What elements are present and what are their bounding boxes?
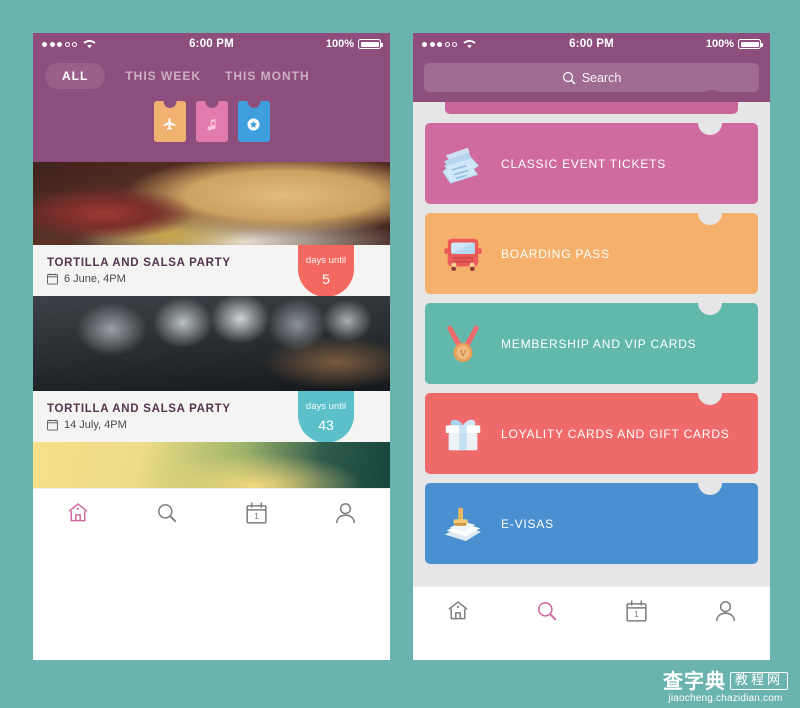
svg-text:1: 1 (254, 511, 259, 521)
card-label: CLASSIC EVENT TICKETS (501, 156, 667, 171)
event-image-nachos[interactable] (33, 162, 390, 245)
watermark-brand-tag: 教程网 (729, 672, 788, 690)
search-icon (157, 503, 177, 522)
event-image-sunset[interactable] (33, 442, 390, 488)
event-text-2: TORTILLA AND SALSA PARTY 14 July, 4PM (47, 403, 231, 431)
watermark-url: jiaocheng.chazidian.com (668, 692, 783, 704)
event-row-1[interactable]: TORTILLA AND SALSA PARTY 6 June, 4PM day… (33, 245, 390, 297)
event-meta: 14 July, 4PM (47, 419, 231, 431)
medal-icon: V (425, 322, 501, 366)
event-title: TORTILLA AND SALSA PARTY (47, 256, 231, 269)
watermark-brand: 查字典 (662, 668, 726, 693)
star-badge-icon (247, 118, 260, 131)
tab-calendar[interactable]: 1 (592, 599, 681, 622)
card-notch (698, 483, 722, 495)
tab-search[interactable] (502, 600, 591, 622)
event-date: 14 July, 4PM (64, 418, 127, 431)
card-label: LOYALITY CARDS AND GIFT CARDS (501, 426, 730, 441)
screenshot-canvas: 6:00 PM 100% ALL THIS WEEK THIS MONTH TO… (0, 0, 800, 708)
tickets-icon (425, 143, 501, 185)
event-row-2[interactable]: TORTILLA AND SALSA PARTY 14 July, 4PM da… (33, 391, 390, 443)
card-label: BOARDING PASS (501, 246, 610, 261)
star-ticket-chip[interactable] (237, 101, 270, 142)
search-icon (537, 601, 557, 620)
battery-full-icon (738, 39, 763, 49)
status-bar: 6:00 PM 100% (413, 33, 770, 55)
status-bar: 6:00 PM 100% (33, 33, 390, 55)
tab-home[interactable] (33, 502, 122, 523)
svg-text:V: V (460, 349, 467, 359)
calendar-icon (47, 419, 58, 430)
card-label: MEMBERSHIP AND VIP CARDS (501, 336, 697, 351)
calendar-icon: 1 (246, 501, 267, 524)
status-bar-time: 6:00 PM (569, 38, 614, 50)
tab-calendar[interactable]: 1 (212, 501, 301, 524)
peek-card[interactable] (445, 102, 738, 114)
airplane-icon (163, 118, 176, 130)
event-image-mixer[interactable] (33, 296, 390, 391)
filter-tab-all[interactable]: ALL (45, 63, 106, 89)
card-boarding-pass[interactable]: BOARDING PASS (425, 213, 758, 294)
card-notch (698, 303, 722, 315)
person-icon (335, 502, 355, 523)
home-icon (448, 601, 467, 620)
passport-stamp-icon (425, 503, 501, 545)
left-phone-screen: 6:00 PM 100% ALL THIS WEEK THIS MONTH TO… (33, 33, 390, 660)
left-header: 6:00 PM 100% ALL THIS WEEK THIS MONTH (33, 33, 390, 175)
tab-profile[interactable] (681, 600, 770, 622)
search-input[interactable]: Search (424, 63, 759, 92)
person-icon (715, 600, 735, 621)
tab-home[interactable] (413, 600, 502, 621)
days-until-badge-1: days until 5 (298, 245, 354, 297)
filter-tab-this-month[interactable]: THIS MONTH (221, 63, 314, 89)
card-label: E-VISAS (501, 516, 554, 531)
search-icon (562, 71, 576, 84)
bus-icon (425, 233, 501, 275)
event-text-1: TORTILLA AND SALSA PARTY 6 June, 4PM (47, 257, 231, 285)
event-date: 6 June, 4PM (64, 272, 126, 285)
svg-text:1: 1 (634, 609, 639, 619)
card-notch (698, 123, 722, 135)
badge-value: 43 (318, 417, 334, 433)
badge-label: days until (305, 401, 347, 412)
music-note-icon (206, 118, 216, 131)
left-tab-bar: 1 (33, 488, 390, 536)
days-until-badge-2: days until 43 (298, 391, 354, 443)
watermark-brand-row: 查字典 教程网 (662, 668, 788, 693)
calendar-icon: 1 (626, 599, 647, 622)
tab-profile[interactable] (301, 502, 390, 524)
home-icon (68, 503, 87, 522)
watermark: 查字典 教程网 jiaocheng.chazidian.com (662, 668, 788, 705)
right-tab-bar: 1 (413, 586, 770, 634)
search-placeholder: Search (581, 70, 622, 85)
card-loyalty-gift[interactable]: LOYALITY CARDS AND GIFT CARDS (425, 393, 758, 474)
event-meta: 6 June, 4PM (47, 273, 231, 285)
gift-icon (425, 413, 501, 455)
pass-card-list: CLASSIC EVENT TICKETS BOARDING PASS V ME… (413, 102, 770, 586)
event-title: TORTILLA AND SALSA PARTY (47, 402, 231, 415)
right-header: 6:00 PM 100% Search (413, 33, 770, 114)
music-ticket-chip[interactable] (195, 101, 228, 142)
card-classic-event-tickets[interactable]: CLASSIC EVENT TICKETS (425, 123, 758, 204)
card-membership-vip[interactable]: V MEMBERSHIP AND VIP CARDS (425, 303, 758, 384)
plane-ticket-chip[interactable] (153, 101, 186, 142)
badge-label: days until (305, 255, 347, 266)
calendar-icon (47, 273, 58, 284)
card-notch (698, 393, 722, 405)
status-bar-time: 6:00 PM (189, 38, 234, 50)
right-phone-screen: 6:00 PM 100% Search CLASSIC EVENT TICKET… (413, 33, 770, 660)
ticket-category-chips (33, 93, 390, 158)
tab-search[interactable] (122, 502, 211, 524)
badge-value: 5 (322, 271, 330, 287)
battery-full-icon (358, 39, 383, 49)
card-e-visas[interactable]: E-VISAS (425, 483, 758, 564)
card-notch (698, 213, 722, 225)
filter-tabs: ALL THIS WEEK THIS MONTH (33, 55, 390, 93)
filter-tab-this-week[interactable]: THIS WEEK (121, 63, 205, 89)
